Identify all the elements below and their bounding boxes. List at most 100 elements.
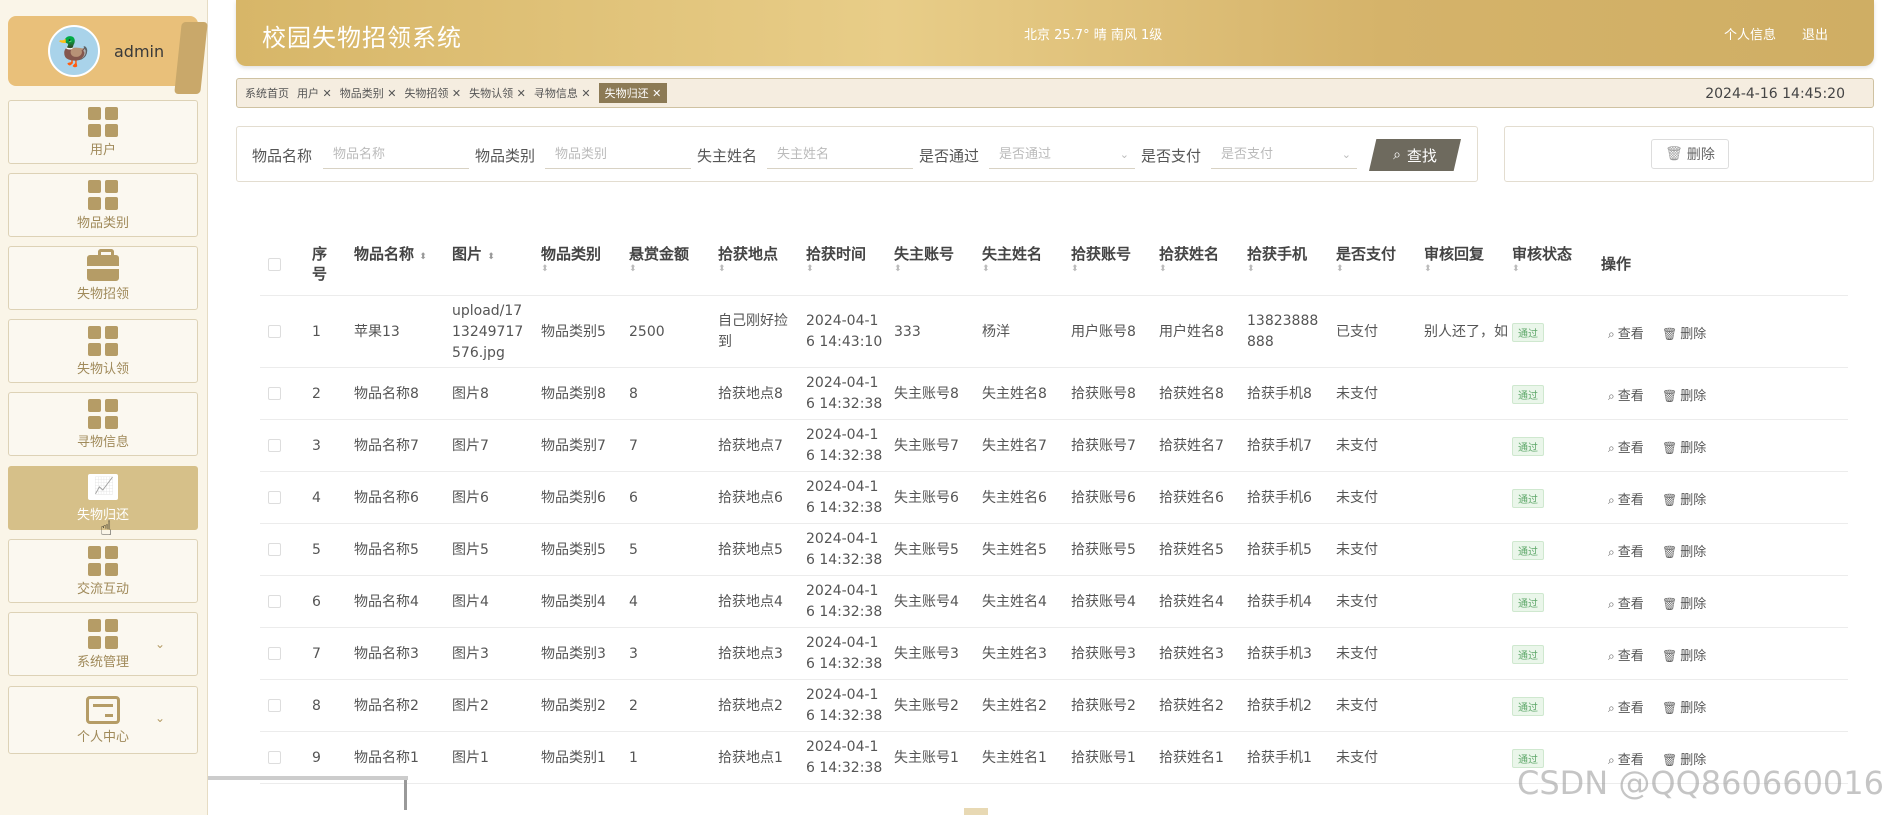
table-row[interactable]: 1 苹果13 upload/17 13249717 576.jpg 物品类别5 2500 自己… xyxy=(260,296,1848,368)
pagination-current[interactable] xyxy=(964,808,988,815)
cell-text: 333 xyxy=(894,323,921,340)
select-all-checkbox[interactable] xyxy=(268,258,281,271)
row-checkbox[interactable] xyxy=(268,595,281,608)
col-finder-account[interactable]: 拾获账号 ⬍ xyxy=(1071,244,1131,274)
chevron-down-icon[interactable]: ⌄ xyxy=(155,711,165,725)
col-paid-label: 是否支付 xyxy=(1336,245,1397,263)
view-button[interactable]: ⌕ 查看 xyxy=(1608,541,1644,560)
row-checkbox[interactable] xyxy=(268,491,281,504)
delete-button[interactable]: 🗑 删除 xyxy=(1662,593,1706,612)
find-button[interactable]: ⌕ 查找 xyxy=(1369,139,1461,171)
tab-lost-found[interactable]: 失物招领 ✕ xyxy=(404,85,461,101)
sort-icon[interactable]: ⬍ xyxy=(419,252,427,262)
row-checkbox[interactable] xyxy=(268,751,281,764)
col-reward[interactable]: 悬赏金额 ⬍ xyxy=(629,244,689,274)
table-row[interactable]: 5 物品名称5 图片5 物品类别5 5 拾获地点5 2024-04-1 6 14:32:38 失… xyxy=(260,524,1848,576)
sidebar-item-search-info[interactable]: 寻物信息 xyxy=(8,392,198,456)
row-checkbox[interactable] xyxy=(268,647,281,660)
col-reply[interactable]: 审核回复 ⬍ xyxy=(1424,244,1484,274)
sort-icon[interactable]: ⬍ xyxy=(718,264,778,274)
delete-button[interactable]: 🗑 删除 xyxy=(1662,645,1706,664)
delete-button[interactable]: 🗑 删除 xyxy=(1662,385,1706,404)
view-button[interactable]: ⌕ 查看 xyxy=(1608,323,1644,342)
row-checkbox[interactable] xyxy=(268,387,281,400)
col-finder-name[interactable]: 拾获姓名 ⬍ xyxy=(1159,244,1219,274)
table-row[interactable]: 4 物品名称6 图片6 物品类别6 6 拾获地点6 2024-04-1 6 14:32:38 失… xyxy=(260,472,1848,524)
col-name[interactable]: 物品名称 ⬍ xyxy=(354,244,427,267)
view-button[interactable]: ⌕ 查看 xyxy=(1608,489,1644,508)
col-finder-account-label: 拾获账号 xyxy=(1071,245,1132,263)
row-checkbox[interactable] xyxy=(268,699,281,712)
sort-icon[interactable]: ⬍ xyxy=(1424,264,1484,274)
table-row[interactable]: 6 物品名称4 图片4 物品类别4 4 拾获地点4 2024-04-1 6 14:32:38 失… xyxy=(260,576,1848,628)
paid-select-placeholder: 是否支付 xyxy=(1221,147,1274,162)
col-time[interactable]: 拾获时间 ⬍ xyxy=(806,244,866,274)
approved-select[interactable]: 是否通过 ⌄ xyxy=(989,141,1135,169)
tab-lost-claim[interactable]: 失物认领 ✕ xyxy=(469,85,526,101)
sidebar-item-personal-center[interactable]: 个人中心 ⌄ xyxy=(8,686,198,754)
delete-button[interactable]: 🗑 删除 xyxy=(1662,437,1706,456)
scrollbar-track[interactable] xyxy=(208,776,408,780)
cell-category: 物品类别5 xyxy=(541,322,606,343)
view-button[interactable]: ⌕ 查看 xyxy=(1608,385,1644,404)
paid-select[interactable]: 是否支付 ⌄ xyxy=(1211,141,1357,169)
tab-search-info[interactable]: 寻物信息 ✕ xyxy=(534,85,591,101)
cell-image: 图片4 xyxy=(452,592,489,613)
row-checkbox[interactable] xyxy=(268,325,281,338)
bulk-delete-button[interactable]: 🗑 删除 xyxy=(1651,139,1729,169)
table-row[interactable]: 7 物品名称3 图片3 物品类别3 3 拾获地点3 2024-04-1 6 14:32:38 失… xyxy=(260,628,1848,680)
col-place[interactable]: 拾获地点 ⬍ xyxy=(718,244,778,274)
sort-icon[interactable]: ⬍ xyxy=(1336,264,1396,274)
sort-icon[interactable]: ⬍ xyxy=(806,264,866,274)
sort-icon[interactable]: ⬍ xyxy=(982,264,1042,274)
col-category[interactable]: 物品类别 ⬍ xyxy=(541,244,601,274)
delete-button[interactable]: 🗑 删除 xyxy=(1662,541,1706,560)
cell-text: 5 xyxy=(629,541,638,558)
col-paid[interactable]: 是否支付 ⬍ xyxy=(1336,244,1396,274)
tab-users[interactable]: 用户 ✕ xyxy=(297,85,332,101)
sidebar-item-lost-found[interactable]: 失物招领 xyxy=(8,246,198,310)
table-row[interactable]: 8 物品名称2 图片2 物品类别2 2 拾获地点2 2024-04-1 6 14:32:38 失… xyxy=(260,680,1848,732)
table-row[interactable]: 3 物品名称7 图片7 物品类别7 7 拾获地点7 2024-04-1 6 14:32:38 失… xyxy=(260,420,1848,472)
avatar[interactable]: 🦆 xyxy=(48,25,100,77)
sort-icon[interactable]: ⬍ xyxy=(1159,264,1219,274)
delete-button[interactable]: 🗑 删除 xyxy=(1662,323,1706,342)
sort-icon[interactable]: ⬍ xyxy=(894,264,954,274)
col-image[interactable]: 图片 ⬍ xyxy=(452,244,495,267)
sort-icon[interactable]: ⬍ xyxy=(1247,264,1307,274)
cell-finder-name: 拾获姓名2 xyxy=(1159,696,1224,717)
tab-item-categories[interactable]: 物品类别 ✕ xyxy=(340,85,397,101)
view-button[interactable]: ⌕ 查看 xyxy=(1608,593,1644,612)
sidebar-item-item-categories[interactable]: 物品类别 xyxy=(8,173,198,237)
tab-lost-return[interactable]: 失物归还 ✕ xyxy=(598,83,668,103)
row-checkbox[interactable] xyxy=(268,439,281,452)
chevron-down-icon[interactable]: ⌄ xyxy=(155,637,165,651)
col-finder-phone[interactable]: 拾获手机 ⬍ xyxy=(1247,244,1307,274)
item-name-input[interactable] xyxy=(323,141,469,169)
delete-button[interactable]: 🗑 删除 xyxy=(1662,489,1706,508)
delete-button[interactable]: 🗑 删除 xyxy=(1662,697,1706,716)
sidebar-item-communication[interactable]: 交流互动 xyxy=(8,539,198,603)
view-button[interactable]: ⌕ 查看 xyxy=(1608,437,1644,456)
owner-name-input[interactable] xyxy=(767,141,913,169)
sidebar-item-users[interactable]: 用户 xyxy=(8,100,198,164)
tab-home[interactable]: 系统首页 xyxy=(245,85,289,101)
category-input[interactable] xyxy=(545,141,691,169)
view-button[interactable]: ⌕ 查看 xyxy=(1608,645,1644,664)
sort-icon[interactable]: ⬍ xyxy=(541,264,601,274)
sort-icon[interactable]: ⬍ xyxy=(1512,264,1572,274)
sort-icon[interactable]: ⬍ xyxy=(629,264,689,274)
col-status[interactable]: 审核状态 ⬍ xyxy=(1512,244,1572,274)
sidebar-item-lost-claim[interactable]: 失物认领 xyxy=(8,319,198,383)
sort-icon[interactable]: ⬍ xyxy=(487,252,495,262)
trash-icon: 🗑 xyxy=(1665,146,1683,162)
table-row[interactable]: 2 物品名称8 图片8 物品类别8 8 拾获地点8 2024-04-1 6 14:32:38 失… xyxy=(260,368,1848,420)
sidebar-item-system-management[interactable]: 系统管理 ⌄ xyxy=(8,612,198,676)
logout-link[interactable]: 退出 xyxy=(1802,24,1828,43)
row-checkbox[interactable] xyxy=(268,543,281,556)
sort-icon[interactable]: ⬍ xyxy=(1071,264,1131,274)
profile-link[interactable]: 个人信息 xyxy=(1724,24,1776,43)
col-owner-account[interactable]: 失主账号 ⬍ xyxy=(894,244,954,274)
view-button[interactable]: ⌕ 查看 xyxy=(1608,697,1644,716)
col-owner-name[interactable]: 失主姓名 ⬍ xyxy=(982,244,1042,274)
